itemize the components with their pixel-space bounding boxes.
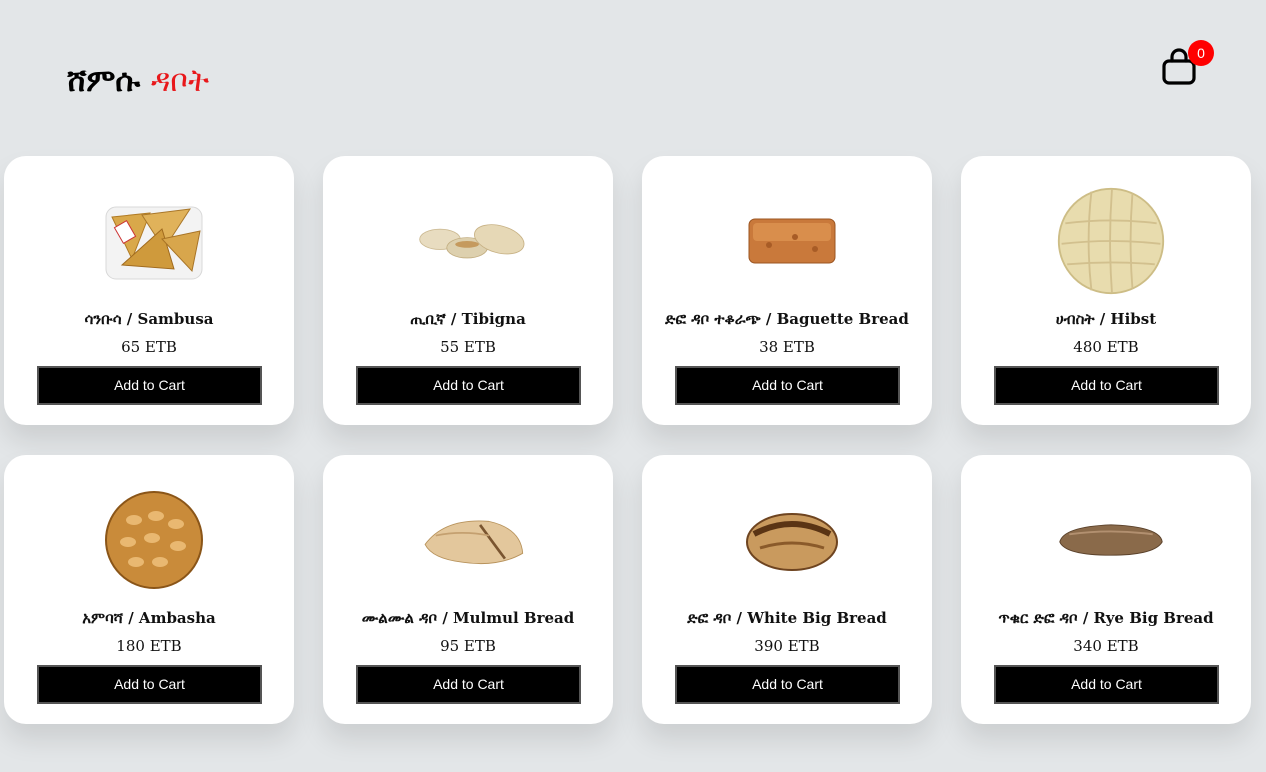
site-header: ሸምሱ ዳቦት 0 <box>0 0 1266 150</box>
product-card: ድፎ ዳቦ / White Big Bread 390 ETB Add to C… <box>642 455 932 724</box>
add-to-cart-button[interactable]: Add to Cart <box>356 366 581 405</box>
product-price: 480 ETB <box>1073 338 1139 356</box>
product-card: ድፎ ዳቦ ተቆራጭ / Baguette Bread 38 ETB Add t… <box>642 156 932 425</box>
product-card: አምባሻ / Ambasha 180 ETB Add to Cart <box>4 455 294 724</box>
product-image-rye-big <box>1056 475 1166 605</box>
product-card: ሙልሙል ዳቦ / Mulmul Bread 95 ETB Add to Car… <box>323 455 613 724</box>
product-name: ድፎ ዳቦ ተቆራጭ / Baguette Bread <box>665 310 909 328</box>
product-image-mulmul <box>418 475 528 605</box>
logo-text-primary: ሸምሱ <box>67 63 141 99</box>
product-name: ሙልሙል ዳቦ / Mulmul Bread <box>361 609 575 627</box>
product-name: ጥቁር ድፎ ዳቦ / Rye Big Bread <box>998 609 1214 627</box>
product-grid: ሳንቡሳ / Sambusa 65 ETB Add to Cart ጢቢኛ / … <box>4 156 1251 724</box>
product-price: 65 ETB <box>121 338 177 356</box>
product-name: ሀብስት / Hibst <box>1055 310 1157 328</box>
product-name: ጢቢኛ / Tibigna <box>410 310 526 328</box>
product-name: ሳንቡሳ / Sambusa <box>84 310 214 328</box>
add-to-cart-button[interactable]: Add to Cart <box>37 366 262 405</box>
product-price: 340 ETB <box>1073 637 1139 655</box>
add-to-cart-button[interactable]: Add to Cart <box>994 366 1219 405</box>
add-to-cart-button[interactable]: Add to Cart <box>994 665 1219 704</box>
add-to-cart-button[interactable]: Add to Cart <box>37 665 262 704</box>
add-to-cart-button[interactable]: Add to Cart <box>356 665 581 704</box>
cart-count-badge: 0 <box>1188 40 1214 66</box>
product-image-sambusa <box>99 176 209 306</box>
product-card: ሳንቡሳ / Sambusa 65 ETB Add to Cart <box>4 156 294 425</box>
product-price: 55 ETB <box>440 338 496 356</box>
product-image-baguette <box>737 176 847 306</box>
product-price: 95 ETB <box>440 637 496 655</box>
product-card: ጢቢኛ / Tibigna 55 ETB Add to Cart <box>323 156 613 425</box>
logo-text-accent: ዳቦት <box>150 63 210 99</box>
product-card: ሀብስት / Hibst 480 ETB Add to Cart <box>961 156 1251 425</box>
product-image-white-big <box>737 475 847 605</box>
cart-button[interactable]: 0 <box>1158 40 1218 88</box>
product-image-hibst <box>1056 176 1166 306</box>
product-price: 38 ETB <box>759 338 815 356</box>
product-price: 180 ETB <box>116 637 182 655</box>
site-logo[interactable]: ሸምሱ ዳቦት <box>67 58 209 104</box>
product-price: 390 ETB <box>754 637 820 655</box>
product-image-tibigna <box>418 176 528 306</box>
add-to-cart-button[interactable]: Add to Cart <box>675 366 900 405</box>
product-card: ጥቁር ድፎ ዳቦ / Rye Big Bread 340 ETB Add to… <box>961 455 1251 724</box>
product-name: ድፎ ዳቦ / White Big Bread <box>687 609 887 627</box>
add-to-cart-button[interactable]: Add to Cart <box>675 665 900 704</box>
product-name: አምባሻ / Ambasha <box>82 609 216 627</box>
product-image-ambasha <box>99 475 209 605</box>
